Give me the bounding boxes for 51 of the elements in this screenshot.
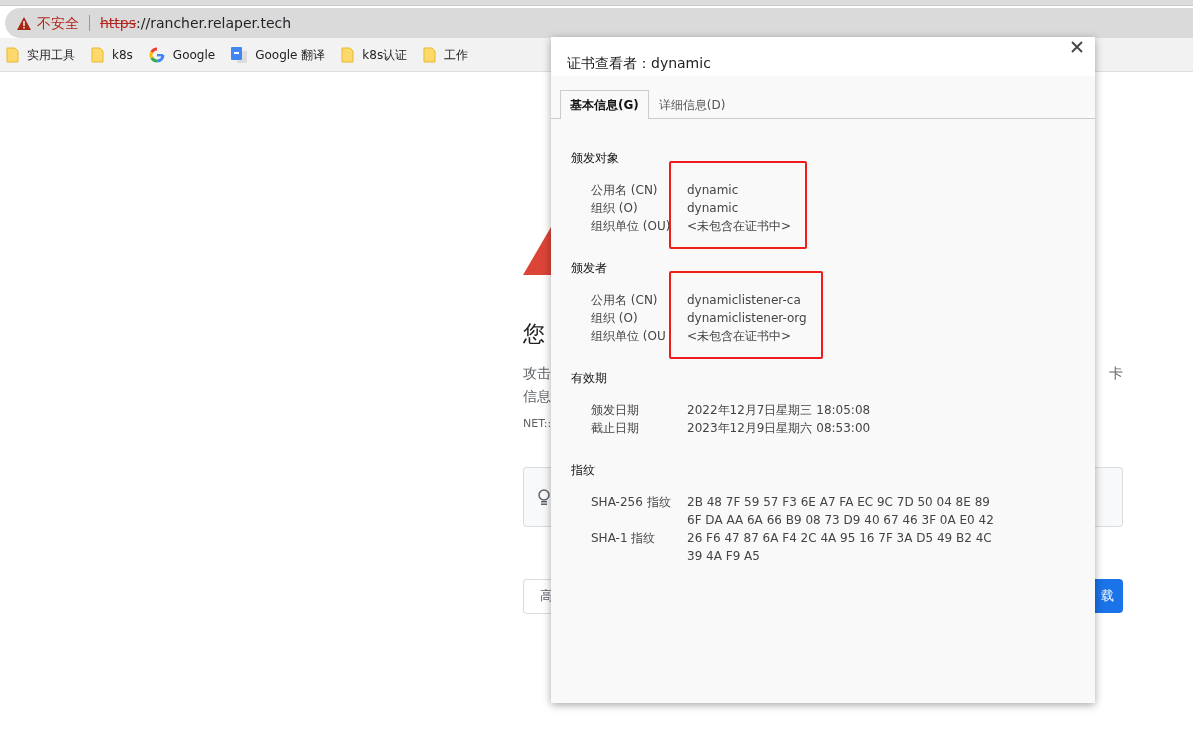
address-bar[interactable]: 不安全 https://rancher.relaper.tech — [5, 8, 1193, 38]
field-label: 截止日期 — [591, 420, 640, 437]
section-heading: 颁发者 — [571, 260, 608, 277]
folder-icon — [91, 46, 104, 63]
field-value: <未包含在证书中> — [687, 328, 793, 345]
field-value: dynamic — [687, 200, 740, 217]
field-label: SHA-1 指纹 — [591, 530, 657, 547]
section-heading: 有效期 — [571, 370, 608, 387]
page-paragraph: 攻击 信息 — [523, 364, 551, 406]
bookmark[interactable]: 工作 — [423, 43, 469, 66]
translate-icon — [231, 46, 248, 63]
error-code: NET:: — [523, 416, 551, 432]
field-value: 26 F6 47 87 6A F4 2C 4A 95 16 7F 3A D5 49 B2 4C 39 4A F9 A5 — [687, 530, 993, 565]
bookmark[interactable]: Google 翻译 — [231, 43, 326, 66]
field-label: 组织单位 (OU — [591, 328, 667, 345]
warning-triangle-drawing — [523, 227, 551, 275]
tab[interactable]: 基本信息(G) — [560, 90, 649, 119]
page-paragraph-fragment: 卡 — [1109, 364, 1123, 383]
warning-icon — [17, 16, 31, 30]
bookmark[interactable]: k8s认证 — [341, 43, 408, 66]
section-heading: 指纹 — [571, 462, 596, 479]
field-value: 2022年12月7日星期三 18:05:08 — [687, 402, 871, 419]
close-icon — [1071, 41, 1083, 53]
security-label: 不安全 — [37, 13, 79, 33]
folder-icon — [423, 46, 437, 63]
bookmark[interactable]: Google — [148, 43, 216, 66]
field-value: 2B 48 7F 59 57 F3 6E A7 FA EC 9C 7D 50 04 8E 89 6F DA AA 6A 66 B9 08 73 D9 40 67 46 3F 0A E0 42 — [687, 494, 994, 529]
field-value: 2023年12月9日星期六 08:53:00 — [687, 420, 871, 437]
field-value: dynamiclistener-org — [687, 310, 807, 327]
field-value: dynamic — [687, 182, 740, 199]
section-heading: 颁发对象 — [571, 150, 620, 167]
field-label: SHA-256 指纹 — [591, 494, 672, 511]
reload-button[interactable]: 载 — [1095, 579, 1123, 613]
lightbulb-icon — [538, 488, 550, 505]
tab[interactable]: 详细信息(D) — [648, 90, 736, 119]
bookmark[interactable]: 实用工具 — [6, 43, 75, 66]
field-label: 组织 (O) — [591, 200, 639, 217]
field-label: 公用名 (CN) — [591, 182, 659, 199]
folder-icon — [341, 46, 355, 63]
dialog-title: 证书查看者：dynamic — [567, 54, 712, 73]
field-label: 组织单位 (OU) — [591, 218, 672, 235]
page-heading: 您 — [523, 320, 546, 348]
field-label: 公用名 (CN) — [591, 292, 659, 309]
field-value: <未包含在证书中> — [687, 218, 792, 235]
field-label: 组织 (O) — [591, 310, 639, 327]
field-value: dynamiclistener-ca — [687, 292, 802, 309]
bookmark[interactable]: k8s — [91, 43, 133, 66]
folder-icon — [6, 46, 19, 63]
field-label: 颁发日期 — [591, 402, 640, 419]
url-text: https://rancher.relaper.tech — [100, 13, 292, 33]
google-icon — [148, 46, 165, 63]
